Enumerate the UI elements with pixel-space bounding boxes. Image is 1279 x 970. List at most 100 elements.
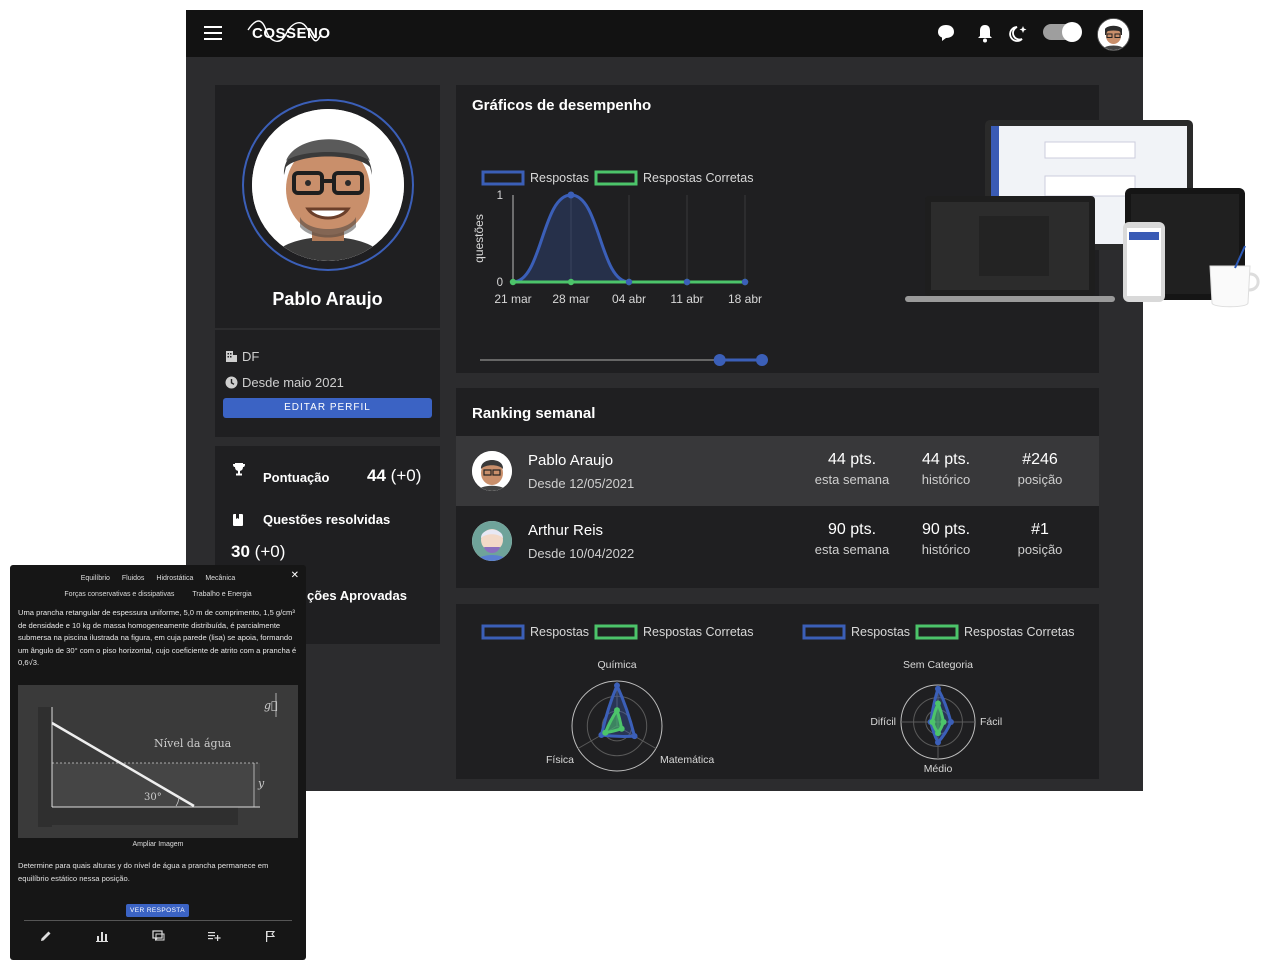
moon-star-icon[interactable] <box>1008 22 1030 44</box>
comments-icon[interactable] <box>151 929 165 943</box>
ranking-card: Ranking semanal Pablo Araujo Desde 12/05… <box>456 388 1099 588</box>
logo-text: COSSENO <box>252 25 331 42</box>
radar-axis-label: Matemática <box>660 754 714 766</box>
score-value: 44 (+0) <box>367 466 422 485</box>
book-icon <box>233 514 243 526</box>
chat-icon[interactable] <box>935 22 957 44</box>
building-icon <box>226 351 237 362</box>
legend-label: Respostas <box>530 171 589 185</box>
profile-meta-card: DF Desde maio 2021 EDITAR PERFIL <box>215 330 440 437</box>
playlist-add-icon[interactable] <box>207 929 221 943</box>
tag[interactable]: Fluidos <box>122 575 145 582</box>
profile-avatar <box>242 99 414 271</box>
range-slider-handle[interactable] <box>713 354 726 366</box>
ranking-name: Pablo Araujo <box>528 452 614 469</box>
top-bar: COSSENO <box>186 10 1143 57</box>
devices-illustration <box>905 120 1260 308</box>
legend-swatch <box>802 624 846 640</box>
x-tick-label: 11 abr <box>670 292 703 306</box>
zoom-image-link[interactable]: Ampliar Imagem <box>10 841 306 848</box>
legend-swatch <box>915 624 959 640</box>
height-label: y <box>257 777 265 790</box>
radar-axis-label: Química <box>597 659 636 671</box>
x-tick-label: 04 abr <box>612 292 646 306</box>
legend-label: Respostas Corretas <box>643 171 753 185</box>
problem-text: Uma prancha retangular de espessura unif… <box>18 608 297 667</box>
radar-charts: Respostas Respostas Corretas Respostas Resp… <box>481 624 1074 775</box>
ranking-history: 90 pts. histórico <box>921 521 971 557</box>
toggle-knob <box>1062 22 1082 42</box>
mobile-divider <box>24 920 292 921</box>
radar-axis-label: Sem Categoria <box>903 659 973 671</box>
data-point <box>683 278 691 286</box>
theme-toggle[interactable] <box>1043 22 1082 42</box>
range-slider-handle[interactable] <box>756 354 768 366</box>
question-text: Determine para quais alturas y do nível … <box>18 861 269 883</box>
mobile-screen: Equilíbrio Fluidos Hidrostática Mecânica… <box>10 565 306 960</box>
tag[interactable]: Trabalho e Energia <box>192 591 251 598</box>
bar-chart-icon[interactable] <box>95 929 109 943</box>
show-answer-button[interactable]: VER RESPOSTA <box>126 904 189 917</box>
bell-icon[interactable] <box>974 22 996 44</box>
ranking-row[interactable]: Pablo Araujo Desde 12/05/2021 44 pts. est… <box>456 436 1099 506</box>
legend-label: Respostas Corretas <box>643 625 753 639</box>
ranking-avatar <box>472 521 512 561</box>
legend-label: Respostas <box>851 625 910 639</box>
menu-icon[interactable] <box>204 26 222 40</box>
flag-icon[interactable] <box>263 929 277 943</box>
score-label: Pontuação <box>263 470 330 485</box>
location-text: DF <box>242 349 260 364</box>
mobile-tags: Equilíbrio Fluidos Hidrostática Mecânica… <box>10 571 306 603</box>
radar-axis-label: Física <box>546 754 574 766</box>
problem-figure[interactable]: Nível da água 30° y g⃗ <box>18 685 298 838</box>
radar-point <box>614 707 620 714</box>
radar-point <box>935 730 941 737</box>
ranking-week: 90 pts. esta semana <box>814 521 890 557</box>
y-axis-label: questões <box>472 214 486 263</box>
edit-profile-button[interactable]: EDITAR PERFIL <box>223 398 432 418</box>
legend-label: Respostas <box>530 625 589 639</box>
radar-point <box>614 682 620 689</box>
x-tick-label: 18 abr <box>728 292 762 306</box>
radar-point <box>947 719 954 725</box>
ranking-position: #246 posição <box>1017 451 1063 487</box>
data-point <box>567 278 575 286</box>
data-point <box>741 278 749 286</box>
ranking-title: Ranking semanal <box>472 405 596 422</box>
ranking-position: #1 posição <box>1017 521 1063 557</box>
angle-label: 30° <box>144 792 162 803</box>
pencil-icon[interactable] <box>39 929 53 943</box>
water-level-label: Nível da água <box>154 737 232 750</box>
ranking-avatar <box>472 451 512 491</box>
radar-point <box>618 725 625 732</box>
ranking-name: Arthur Reis <box>528 522 604 539</box>
solved-value: 30 (+0) <box>231 542 286 561</box>
radar-point <box>602 729 609 736</box>
trophy-icon <box>233 463 245 476</box>
x-tick-label: 21 mar <box>494 292 531 306</box>
radar-axis-label: Fácil <box>980 716 1002 728</box>
location-row: DF <box>225 349 259 364</box>
radar-charts-card: Respostas Respostas Corretas Respostas Resp… <box>456 604 1099 779</box>
data-point <box>567 191 575 199</box>
ranking-since: Desde 10/04/2022 <box>528 546 635 561</box>
radar-axis-label: Difícil <box>870 716 896 728</box>
close-icon[interactable]: ✕ <box>291 570 299 581</box>
radar-point <box>935 685 941 692</box>
tag[interactable]: Equilíbrio <box>81 575 110 582</box>
ranking-row[interactable]: Arthur Reis Desde 10/04/2022 90 pts. esta… <box>456 506 1099 576</box>
since-text: Desde maio 2021 <box>242 375 344 390</box>
ranking-history: 44 pts. histórico <box>921 451 971 487</box>
user-avatar[interactable] <box>1097 18 1130 51</box>
approved-label: ções Aprovadas <box>307 588 407 603</box>
x-tick-label: 28 mar <box>552 292 589 306</box>
tag[interactable]: Forças conservativas e dissipativas <box>64 591 174 598</box>
ranking-week: 44 pts. esta semana <box>814 451 890 487</box>
solved-label: Questões resolvidas <box>263 512 391 527</box>
radar-point <box>935 700 941 707</box>
tag[interactable]: Mecânica <box>205 575 235 582</box>
data-point <box>625 278 633 286</box>
legend-swatch <box>594 170 638 186</box>
profile-card: Pablo Araujo <box>215 85 440 328</box>
tag[interactable]: Hidrostática <box>156 575 193 582</box>
